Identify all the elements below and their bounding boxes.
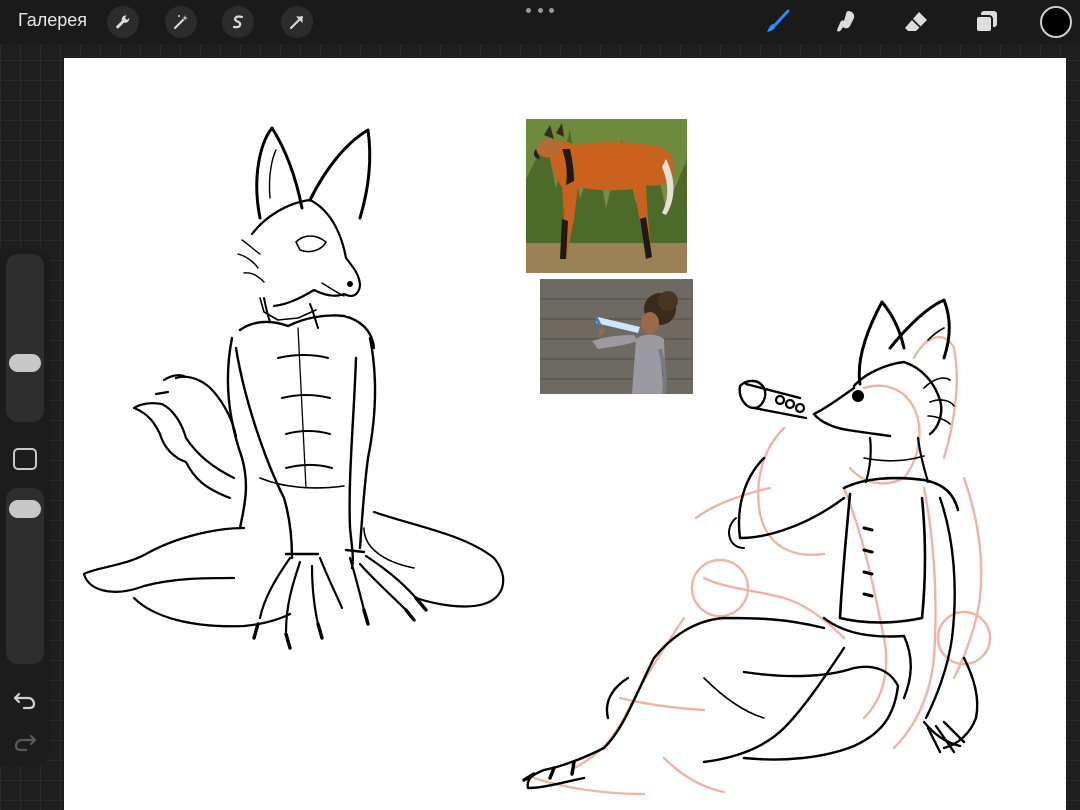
transform-button[interactable] [281, 6, 313, 38]
dot-icon [549, 7, 554, 13]
brush-size-slider[interactable] [6, 254, 44, 422]
layers-icon [975, 11, 997, 33]
dot-icon [537, 7, 543, 13]
gallery-button[interactable]: Галерея [18, 10, 87, 31]
selection-icon [232, 15, 244, 29]
eraser-icon [905, 12, 927, 31]
left-sidebar [0, 248, 50, 766]
color-picker-button[interactable] [1040, 6, 1072, 38]
maned-wolf-photo[interactable] [526, 119, 687, 273]
selection-button[interactable] [222, 6, 254, 38]
opacity-handle[interactable] [9, 500, 41, 518]
brush-icon [767, 9, 790, 32]
adjustments-button[interactable] [165, 6, 197, 38]
magic-wand-icon [174, 15, 188, 29]
woman-drinking-photo[interactable] [540, 279, 693, 394]
actions-button[interactable] [107, 6, 139, 38]
dot-icon [526, 7, 531, 13]
brush-size-handle[interactable] [9, 354, 41, 372]
modify-button[interactable] [13, 448, 37, 470]
transform-arrow-icon [290, 16, 303, 29]
brush-tool-button[interactable] [760, 6, 794, 38]
smudge-tool-button[interactable] [829, 6, 863, 38]
layers-button[interactable] [969, 6, 1003, 38]
drawing-canvas[interactable] [64, 58, 1066, 810]
eraser-tool-button[interactable] [899, 6, 933, 38]
redo-icon[interactable] [12, 728, 38, 754]
undo-icon[interactable] [12, 686, 38, 712]
wrench-icon [116, 15, 130, 29]
smudge-icon [837, 11, 855, 32]
left-fox-sketch [82, 126, 505, 650]
right-fox-construction [532, 336, 992, 796]
top-toolbar: Галерея [0, 0, 1080, 44]
more-options-dots[interactable] [526, 2, 554, 18]
